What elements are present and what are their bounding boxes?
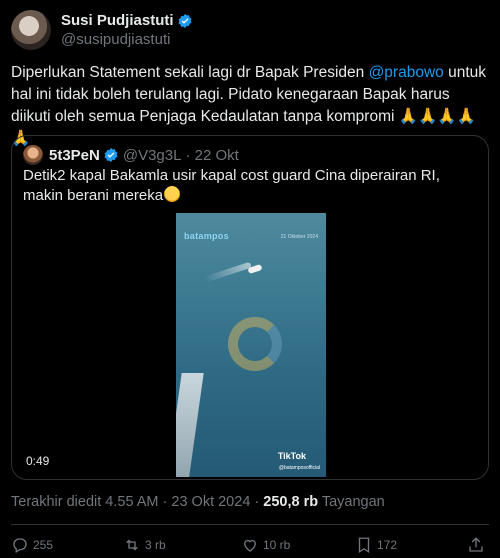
views-label: Tayangan <box>318 494 385 510</box>
aircraft-window-edge <box>176 373 204 477</box>
tweet-meta: Terakhir diedit 4.55 AM · 23 Okt 2024 · … <box>11 494 385 510</box>
repost-button[interactable]: 3 rb <box>123 536 166 554</box>
reply-button[interactable]: 255 <box>11 536 53 554</box>
tiktok-handle: @batamposofficial <box>278 465 320 471</box>
tweet-header: Susi Pudjiastuti @susipudjiastuti <box>11 10 193 50</box>
ship-wake <box>204 261 252 283</box>
heart-icon <box>244 539 256 552</box>
author-name-row: Susi Pudjiastuti <box>61 12 193 29</box>
quoted-tweet[interactable]: 5t3PeN @V3g3L · 22 Okt Detik2 kapal Baka… <box>11 135 489 480</box>
quote-media: batampos 21 Oktober 2024 TikTok @batampo… <box>12 136 488 479</box>
bookmark-count: 172 <box>377 538 398 552</box>
verified-badge-icon <box>178 13 191 28</box>
bookmark-button[interactable]: 172 <box>355 536 397 554</box>
tiktok-logo: TikTok <box>277 451 306 461</box>
bookmark-icon <box>358 537 370 554</box>
tweet-text-part-1: Diperlukan Statement sekali lagi dr Bapa… <box>11 64 369 81</box>
video-logo: batampos <box>184 231 229 241</box>
author-display-name[interactable]: Susi Pudjiastuti <box>61 12 174 29</box>
view-count: 250,8 rb <box>263 494 319 510</box>
video-duration: 0:49 <box>22 452 54 470</box>
action-bar: 255 3 rb 10 rb 172 <box>11 536 489 554</box>
author-avatar[interactable] <box>11 10 51 50</box>
like-button[interactable]: 10 rb <box>241 536 290 554</box>
author-names: Susi Pudjiastuti @susipudjiastuti <box>61 12 193 48</box>
mention-link[interactable]: @prabowo <box>369 64 444 81</box>
like-count: 10 rb <box>263 538 291 552</box>
share-icon <box>469 537 483 552</box>
divider <box>11 524 489 525</box>
video-player[interactable]: batampos 21 Oktober 2024 TikTok @batampo… <box>176 213 326 477</box>
watermark-logo <box>228 317 282 371</box>
author-handle[interactable]: @susipudjiastuti <box>61 31 193 48</box>
video-date-overlay: 21 Oktober 2024 <box>280 234 318 240</box>
share-button[interactable] <box>467 536 489 554</box>
reply-icon <box>13 538 27 553</box>
edited-timestamp[interactable]: Terakhir diedit 4.55 AM · 23 Okt 2024 · <box>11 494 263 510</box>
repost-count: 3 rb <box>145 538 166 552</box>
repost-icon <box>126 539 138 551</box>
reply-count: 255 <box>33 538 54 552</box>
